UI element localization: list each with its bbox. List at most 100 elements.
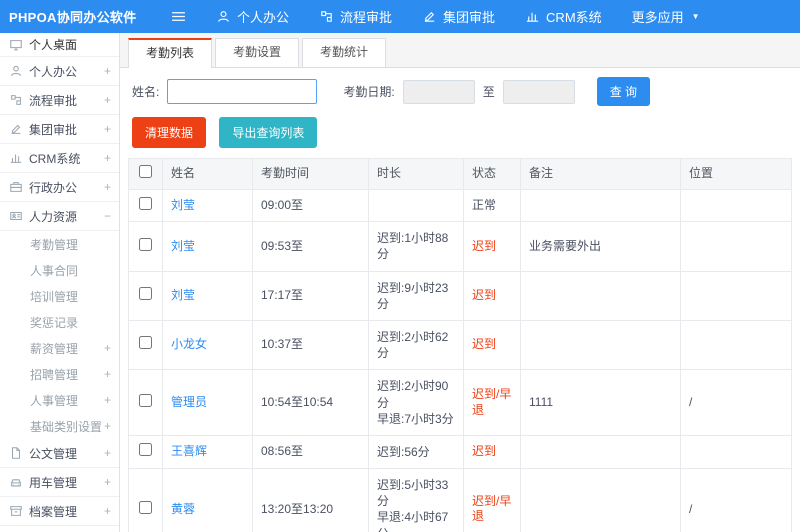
status-badge: 迟到 [472, 287, 497, 302]
duration-line: 迟到:9小时23分 [377, 280, 449, 311]
export-list-button[interactable]: 导出查询列表 [219, 117, 318, 148]
row-checkbox[interactable] [139, 443, 152, 457]
sidebar-item-vehicle-management[interactable]: 用车管理 + [0, 468, 119, 497]
chart-icon [526, 12, 539, 22]
clear-data-button[interactable]: 清理数据 [132, 117, 207, 148]
table-row: 黄蓉13:20至13:20迟到:5小时33分早退:4小时67分迟到/早退/ [128, 468, 792, 532]
time-cell: 09:00至 [252, 188, 369, 223]
tab-strip: 考勤列表 考勤设置 考勤统计 [120, 33, 800, 68]
note-cell [520, 319, 681, 371]
app-logo[interactable]: PHPOA协同办公软件 [0, 7, 136, 26]
employee-name-link[interactable]: 小龙女 [171, 337, 207, 351]
query-button[interactable]: 查 询 [596, 77, 651, 106]
row-checkbox-cell [128, 319, 163, 371]
duration-cell: 迟到:2小时62分 [368, 319, 464, 371]
tab-attendance-settings[interactable]: 考勤设置 [215, 38, 300, 67]
location-cell [680, 221, 792, 272]
tab-attendance-statistics[interactable]: 考勤统计 [302, 38, 387, 67]
expand-icon: + [103, 393, 111, 407]
row-checkbox[interactable] [139, 393, 152, 407]
employee-name-link[interactable]: 刘莹 [171, 198, 195, 212]
sidebar-item-training-management[interactable]: 培训管理 [0, 283, 119, 309]
flow-icon [11, 95, 21, 105]
sidebar-item-crm-system[interactable]: CRM系统 + [0, 144, 119, 173]
time-cell: 13:20至13:20 [252, 468, 369, 532]
nav-item-label: 更多应用 [631, 10, 684, 25]
status-cell: 迟到 [463, 221, 521, 272]
date-from-input[interactable] [402, 79, 475, 104]
status-cell: 迟到 [463, 434, 521, 470]
column-header: 考勤时间 [252, 158, 369, 190]
sidebar-item-document-management[interactable]: 公文管理 + [0, 439, 119, 468]
row-checkbox[interactable] [139, 286, 152, 300]
sidebar-item-personal-desktop[interactable]: 个人桌面 [0, 33, 119, 57]
tab-attendance-list[interactable]: 考勤列表 [128, 38, 213, 68]
sidebar-item-label: 薪资管理 [30, 341, 79, 356]
nav-item-workflow-approval[interactable]: 流程审批 [304, 0, 407, 33]
name-input[interactable] [167, 79, 318, 104]
sidebar-item-personnel-contract[interactable]: 人事合同 [0, 257, 119, 283]
table-row: 刘莹 09:00至 正常 [128, 188, 792, 223]
row-checkbox[interactable] [139, 196, 152, 210]
nav-item-more-apps[interactable]: 更多应用 ▼ [617, 0, 715, 33]
row-checkbox[interactable] [139, 500, 152, 514]
sidebar-item-admin-office[interactable]: 行政办公 + [0, 173, 119, 202]
nav-item-group-approval[interactable]: 集团审批 [407, 0, 510, 33]
row-checkbox[interactable] [139, 237, 152, 251]
attendance-table-wrap: 姓名 考勤时间 时长 状态 备注 位置 刘莹 09:00至 正常 刘莹 09:53至 迟到:1小时8… [120, 158, 800, 532]
employee-name-link[interactable]: 黄蓉 [171, 502, 195, 516]
sidebar-item-attendance-management[interactable]: 考勤管理 [0, 231, 119, 257]
select-all-checkbox[interactable] [139, 165, 152, 178]
briefcase-icon [10, 182, 22, 192]
expand-icon: + [103, 93, 111, 107]
note-cell [520, 434, 681, 470]
user-icon [10, 65, 22, 76]
status-badge: 迟到/早退 [472, 493, 512, 524]
employee-name-link[interactable]: 刘莹 [171, 239, 195, 253]
status-badge: 正常 [472, 197, 497, 212]
employee-name-link[interactable]: 王喜辉 [171, 444, 207, 458]
sidebar-item-personnel-management[interactable]: 人事管理 + [0, 387, 119, 413]
sidebar-item-archive-management[interactable]: 档案管理 + [0, 497, 119, 526]
sidebar-item-human-resources[interactable]: 人力资源 − [0, 202, 119, 231]
menu-toggle-button[interactable] [170, 8, 187, 25]
duration-line: 迟到:5小时33分 [377, 478, 449, 509]
sidebar-item-label: 考勤管理 [30, 237, 79, 252]
nav-item-personal-office[interactable]: 个人办公 [201, 0, 304, 33]
collapse-icon: − [103, 209, 111, 223]
main-content: 考勤列表 考勤设置 考勤统计 姓名: 考勤日期: 至 查 询 清理数据 导出查询列表 [120, 33, 800, 532]
date-to-input[interactable] [502, 79, 575, 104]
car-icon [11, 479, 21, 487]
sidebar-item-reward-punishment-records[interactable]: 奖惩记录 [0, 309, 119, 335]
sidebar-item-label: 流程审批 [29, 93, 78, 108]
duration-cell: 迟到:9小时23分 [368, 270, 464, 321]
employee-name-link[interactable]: 刘莹 [171, 288, 195, 302]
employee-name-link[interactable]: 管理员 [171, 395, 207, 409]
sidebar-item-workflow-approval[interactable]: 流程审批 + [0, 86, 119, 115]
time-cell: 17:17至 [252, 270, 369, 321]
sidebar-item-base-category-settings[interactable]: 基础类别设置 + [0, 413, 119, 439]
column-header: 时长 [368, 158, 464, 190]
file-icon [11, 447, 21, 459]
row-checkbox-cell [128, 434, 163, 470]
sidebar-item-label: 个人桌面 [29, 38, 78, 52]
duration-line: 迟到:56分 [377, 444, 430, 459]
column-header: 状态 [463, 158, 521, 190]
sidebar-item-group-approval[interactable]: 集团审批 + [0, 115, 119, 144]
select-all-header-cell [128, 158, 163, 190]
sidebar-item-project-management[interactable]: 项目管理+ [0, 526, 119, 532]
sidebar-item-personal-office[interactable]: 个人办公 + [0, 57, 119, 86]
nav-item-crm-system[interactable]: CRM系统 [510, 0, 617, 33]
duration-cell: 迟到:56分 [368, 434, 464, 470]
name-cell: 小龙女 [162, 319, 253, 371]
sidebar-item-recruitment-management[interactable]: 招聘管理 + [0, 361, 119, 387]
date-range-to-label: 至 [482, 85, 495, 99]
note-cell [520, 468, 681, 532]
sidebar-item-salary-management[interactable]: 薪资管理 + [0, 335, 119, 361]
note-cell [520, 270, 681, 321]
status-cell: 迟到 [463, 319, 521, 371]
expand-icon: + [103, 367, 111, 381]
row-checkbox[interactable] [139, 336, 152, 350]
sidebar-item-label: 人事管理 [30, 393, 79, 408]
duration-line: 早退:7小时3分 [377, 411, 454, 426]
